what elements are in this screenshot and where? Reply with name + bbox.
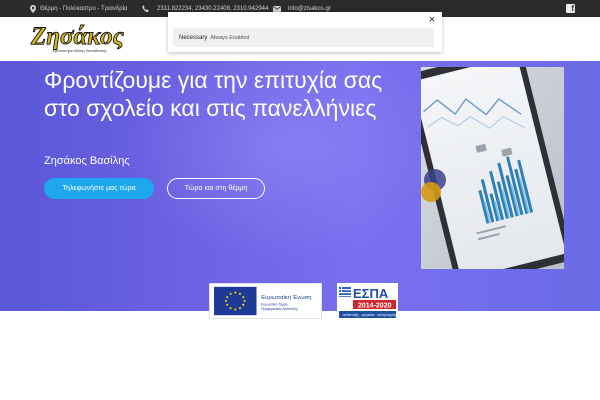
location-info[interactable]: Θέρμη - Πολύκαστρο - Τριανδρία <box>30 0 127 17</box>
envelope-icon <box>273 5 281 12</box>
cookie-category-label: Necessary <box>179 34 208 41</box>
eu-subtitle-2: Περιφερειακής Ανάπτυξης <box>261 307 298 311</box>
cookie-category-row[interactable]: Necessary Always Enabled <box>173 28 434 47</box>
page: Θέρμη - Πολύκαστρο - Τριανδρία 2311.8222… <box>0 0 600 400</box>
location-text: Θέρμη - Πολύκαστρο - Τριανδρία <box>40 5 128 12</box>
call-now-button[interactable]: Τηλεφωνήστε μας τώρα <box>44 178 154 199</box>
facebook-icon[interactable]: f <box>566 4 575 13</box>
site-logo[interactable]: Ζησάκος Φροντιστήριο Μέσης Εκπαίδευσης <box>30 22 133 54</box>
eu-flag-icon <box>214 286 257 316</box>
logo-wordmark: Ζησάκος <box>30 23 124 50</box>
greek-flag-icon <box>339 287 351 297</box>
phone-icon <box>142 5 149 12</box>
eu-title: Ευρωπαϊκή Ένωση <box>261 294 311 301</box>
hero-image <box>421 67 564 269</box>
espa-slogan: ανάπτυξη - εργασία - αλληλεγγύη <box>343 313 396 317</box>
cookie-category-status: Always Enabled <box>210 34 250 41</box>
eu-funding-banner[interactable]: Ευρωπαϊκή Ένωση Ευρωπαϊκό Ταμείο Περιφερ… <box>209 283 322 319</box>
espa-banner[interactable]: ΕΣΠΑ 2014-2020 ανάπτυξη - εργασία - αλλη… <box>337 283 398 319</box>
cookie-consent-panel: × Necessary Always Enabled <box>168 12 442 52</box>
logo-tagline: Φροντιστήριο Μέσης Εκπαίδευσης <box>52 49 107 53</box>
espa-title: ΕΣΠΑ <box>353 286 389 301</box>
espa-years: 2014-2020 <box>358 302 392 309</box>
close-icon[interactable]: × <box>427 14 437 26</box>
thermi-button[interactable]: Τώρα και στη θέρμη <box>167 178 265 199</box>
hero-subtitle: Ζησάκος Βασίλης <box>44 155 130 167</box>
email-text: info@zisakos.gr <box>288 5 331 12</box>
phone-text: 2311.822234, 23430.22408, 2310.942944 <box>157 5 269 12</box>
map-pin-icon <box>30 4 36 13</box>
hero-title: Φροντίζουμε για την επιτυχία σας στο σχο… <box>44 67 383 121</box>
